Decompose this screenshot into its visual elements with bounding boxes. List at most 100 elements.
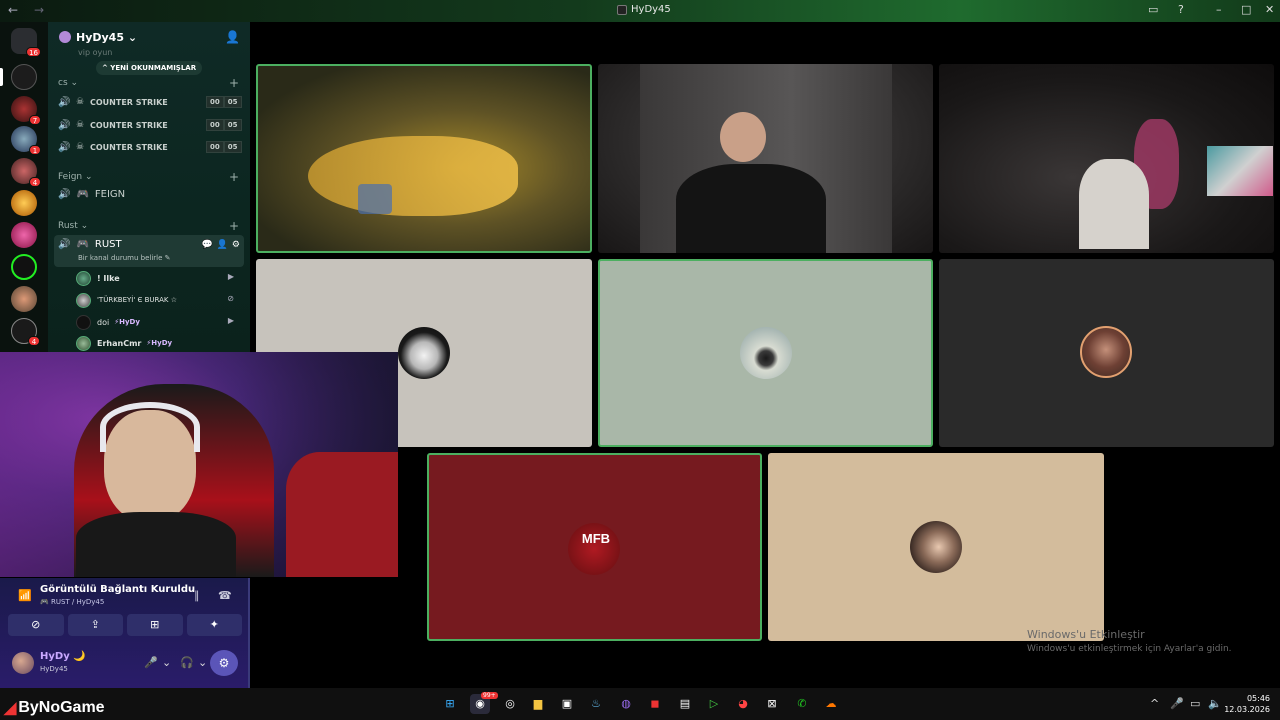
windows-start-icon[interactable]: ⊞ — [440, 694, 460, 714]
rust-label: 🔊 🎮 RUST — [58, 239, 122, 250]
chevron-down-icon[interactable]: ⌄ — [198, 656, 207, 669]
user-settings-button[interactable]: ⚙ — [210, 650, 238, 676]
user-count: 00 05 — [206, 119, 242, 131]
member-name: 'TÜRKBEYİ' Є BURAK ☆ — [97, 296, 177, 304]
category-cs[interactable]: cs ⌄ + — [58, 76, 239, 90]
server-icon-6[interactable] — [11, 222, 37, 248]
disconnect-icon[interactable]: ☎ — [218, 589, 232, 602]
avatar — [76, 335, 91, 351]
screen-share-button[interactable]: ⇪ — [67, 614, 123, 636]
add-channel-icon[interactable]: + — [229, 219, 239, 233]
voice-channel[interactable]: 🔊 ☠ COUNTER STRIKE 00 05 — [58, 137, 242, 157]
server-badge: 1 — [29, 145, 41, 155]
video-tile-streamer-2[interactable] — [598, 64, 933, 253]
connection-status[interactable]: Görüntülü Bağlantı Kuruldu — [40, 584, 195, 595]
maximize-button[interactable]: □ — [1241, 3, 1251, 16]
user-avatar[interactable] — [12, 652, 34, 674]
voice-channel[interactable]: 🔊 ☠ COUNTER STRIKE 00 05 — [58, 92, 242, 112]
voice-channel-feign[interactable]: 🔊 🎮 FEIGN — [58, 189, 125, 200]
video-tile-streamer-3[interactable] — [939, 64, 1274, 253]
connection-channel[interactable]: 🎮 RUST / HyDy45 — [40, 598, 104, 606]
add-channel-icon[interactable]: + — [229, 76, 239, 90]
voice-channel[interactable]: 🔊 ☠ COUNTER STRIKE 00 05 — [58, 115, 242, 135]
app-icon-2[interactable]: ◎ — [500, 694, 520, 714]
whatsapp-icon[interactable]: ✆ — [792, 694, 812, 714]
video-tile-guitar[interactable] — [256, 64, 592, 253]
close-button[interactable]: ✕ — [1265, 3, 1274, 16]
volume-icon[interactable]: 🔈 — [1208, 697, 1222, 710]
chat-icon[interactable]: 💬 — [201, 240, 212, 250]
chevron-up-icon[interactable]: ^ — [1150, 697, 1159, 710]
voice-channel-name: RUST — [94, 239, 122, 250]
network-icon[interactable]: ▭ — [1190, 697, 1200, 710]
inbox-icon[interactable]: ▭ — [1148, 3, 1158, 16]
title-bar: ← → HyDy45 ▭ ? – □ ✕ — [0, 0, 1280, 22]
server-icon-kick[interactable] — [11, 254, 37, 280]
voice-channel-rust[interactable]: 🔊 🎮 RUST Bir kanal durumu belirle ✎ 💬 👤 … — [54, 235, 244, 267]
server-icon-hydy45[interactable] — [11, 64, 37, 90]
new-unread-pill[interactable]: ^ YENİ OKUNMAMIŞLAR — [96, 61, 203, 75]
video-tile-girl[interactable] — [768, 453, 1104, 641]
voice-member[interactable]: ErhanCmr ⚡HyDy — [76, 333, 240, 352]
voice-member[interactable]: ! Ilke ▶ — [76, 268, 240, 288]
steam-icon[interactable]: ♨ — [586, 694, 606, 714]
clock[interactable]: 05:46 12.03.2026 — [1224, 693, 1270, 715]
microphone-tray-icon[interactable]: 🎤 — [1170, 697, 1184, 710]
activation-watermark-title: Windows'u Etkinleştir — [1027, 628, 1145, 641]
app-icon-8[interactable]: ▤ — [675, 694, 695, 714]
channel-actions: 💬 👤 ⚙ — [201, 240, 240, 250]
user-name[interactable]: HyDy 🌙 — [40, 651, 86, 662]
camera-off-button[interactable]: ⊘ — [8, 614, 64, 636]
invite-icon[interactable]: 👤 — [217, 240, 228, 250]
add-channel-icon[interactable]: + — [229, 170, 239, 184]
server-icon-2[interactable]: 7 — [11, 96, 41, 125]
member-name: doi — [97, 317, 110, 327]
help-icon[interactable]: ? — [1178, 3, 1184, 16]
add-user-icon[interactable]: 👤 — [225, 30, 240, 44]
server-icon-4[interactable]: 4 — [11, 158, 41, 187]
video-tile-suit[interactable] — [598, 259, 933, 447]
noise-suppression-icon[interactable]: ∥ — [194, 589, 200, 602]
server-icon-3[interactable]: 1 — [11, 126, 41, 155]
soundboard-button[interactable]: ✦ — [186, 614, 242, 636]
voice-channel-name: COUNTER STRIKE — [90, 120, 168, 130]
server-icon-9[interactable]: 4 — [11, 318, 40, 346]
mfb-logo-text: MFB — [581, 531, 611, 546]
minimize-button[interactable]: – — [1216, 3, 1222, 16]
category-rust[interactable]: Rust ⌄ + — [58, 219, 239, 233]
voice-member[interactable]: 'TÜRKBEYİ' Є BURAK ☆ ⊘ — [76, 290, 240, 310]
chrome-icon[interactable]: ◕ — [733, 694, 753, 714]
portrait-avatar — [1080, 326, 1132, 378]
forward-arrow-icon[interactable]: → — [34, 3, 44, 17]
cloud-icon[interactable]: ☁ — [821, 694, 841, 714]
store-icon[interactable]: ▣ — [557, 694, 577, 714]
microphone-icon[interactable]: 🎤 — [144, 656, 158, 669]
record-icon[interactable]: ◼ — [645, 694, 665, 714]
gear-icon[interactable]: ⚙ — [232, 240, 240, 250]
play-icon[interactable]: ▷ — [704, 694, 724, 714]
back-arrow-icon[interactable]: ← — [8, 3, 18, 17]
obs-icon[interactable]: ◍ — [616, 694, 636, 714]
channel-sidebar: HyDy45 ⌄ 👤 vip oyun ^ YENİ OKUNMAMIŞLAR … — [48, 22, 250, 352]
video-tile-portrait[interactable] — [939, 259, 1274, 447]
channel-status[interactable]: Bir kanal durumu belirle ✎ — [78, 254, 171, 262]
file-explorer-icon[interactable]: ▆ — [528, 694, 548, 714]
home-badge: 16 — [26, 47, 41, 57]
voice-connection-panel: 📶 Görüntülü Bağlantı Kuruldu 🎮 RUST / Hy… — [0, 578, 250, 688]
person-body — [676, 164, 826, 253]
headset-icon[interactable]: 🎧 — [180, 656, 194, 669]
server-icon-8[interactable] — [11, 286, 37, 312]
category-rust-label: Rust ⌄ — [58, 221, 89, 231]
video-tile-mfb[interactable]: MFB — [427, 453, 762, 641]
channel-vip-oyun[interactable]: vip oyun — [78, 48, 112, 57]
chevron-down-icon[interactable]: ⌄ — [162, 656, 171, 669]
capcut-icon[interactable]: ⊠ — [762, 694, 782, 714]
discord-home-icon[interactable]: 16 — [11, 28, 41, 57]
category-feign[interactable]: Feign ⌄ + — [58, 170, 239, 184]
voice-member[interactable]: doi ⚡HyDy ▶ — [76, 312, 240, 332]
streamer-body — [76, 512, 236, 577]
muted-deafened-icon: ⊘ — [227, 294, 234, 303]
activities-button[interactable]: ⊞ — [127, 614, 183, 636]
server-icon-5[interactable] — [11, 190, 37, 216]
selected-server-pill — [0, 68, 3, 86]
